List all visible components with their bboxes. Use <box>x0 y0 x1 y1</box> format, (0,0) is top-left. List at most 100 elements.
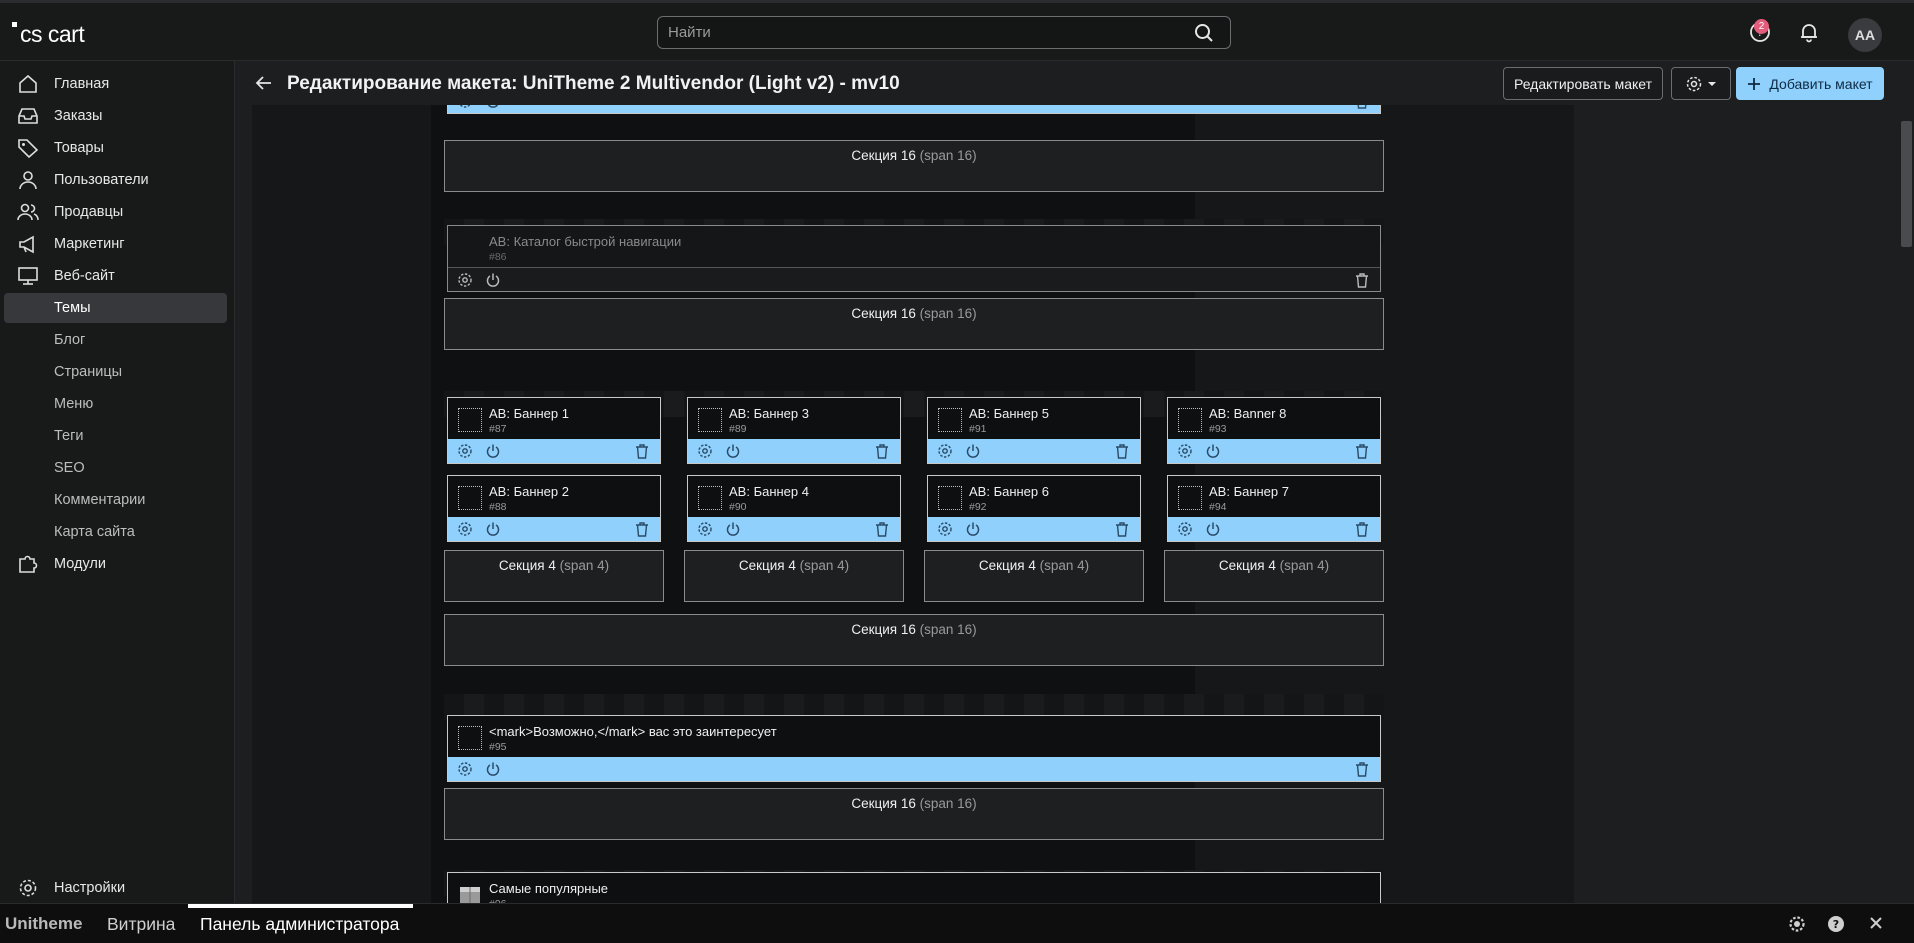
block-popular[interactable]: Самые популярные #96 <box>447 872 1381 903</box>
block-banner-4[interactable]: AB: Баннер 4 #90 <box>687 475 901 542</box>
power-icon[interactable] <box>485 443 501 459</box>
trash-icon[interactable] <box>1114 443 1130 459</box>
gear-icon[interactable] <box>697 521 713 537</box>
trash-icon[interactable] <box>1114 521 1130 537</box>
inbox-icon <box>18 108 38 124</box>
sidebar-item-tags[interactable]: Теги <box>4 421 227 451</box>
trash-icon[interactable] <box>1354 761 1370 777</box>
section-4[interactable]: Секция 4 (span 4) <box>444 550 664 602</box>
sidebar-item-label: Теги <box>54 428 84 444</box>
help-icon[interactable]: ? <box>1827 915 1845 933</box>
sidebar-item-sitemap[interactable]: Карта сайта <box>4 517 227 547</box>
block-name: AB: Баннер 3 <box>729 406 809 421</box>
sidebar-item-addons[interactable]: Модули <box>4 549 227 579</box>
sidebar-item-products[interactable]: Товары <box>4 133 227 163</box>
bell-icon[interactable] <box>1798 21 1820 43</box>
gear-icon[interactable] <box>937 443 953 459</box>
power-icon[interactable] <box>1205 521 1221 537</box>
section-4[interactable]: Секция 4 (span 4) <box>1164 550 1384 602</box>
trash-icon[interactable] <box>1354 272 1370 288</box>
search-icon[interactable] <box>1194 23 1214 43</box>
power-icon[interactable] <box>965 521 981 537</box>
trash-icon[interactable] <box>634 521 650 537</box>
avatar[interactable]: AA <box>1848 18 1882 52</box>
section-16[interactable]: Секция 16 (span 16) <box>444 614 1384 666</box>
power-icon[interactable] <box>485 521 501 537</box>
block-banner-3[interactable]: AB: Баннер 3 #89 <box>687 397 901 464</box>
sidebar-item-vendors[interactable]: Продавцы <box>4 197 227 227</box>
search-input[interactable] <box>668 24 1188 41</box>
sidebar-item-label: Маркетинг <box>54 236 125 252</box>
gear-icon[interactable] <box>457 105 473 109</box>
power-icon[interactable] <box>485 272 501 288</box>
sidebar-item-blog[interactable]: Блог <box>4 325 227 355</box>
gear-icon[interactable] <box>697 443 713 459</box>
scrollbar[interactable] <box>1899 105 1914 903</box>
sidebar-item-label: Карта сайта <box>54 524 135 540</box>
sidebar-item-website[interactable]: Веб-сайт <box>4 261 227 291</box>
power-icon[interactable] <box>1205 443 1221 459</box>
sidebar-item-users[interactable]: Пользователи <box>4 165 227 195</box>
tab-storefront[interactable]: Витрина <box>107 914 175 935</box>
monitor-icon <box>18 267 38 285</box>
sidebar-item-pages[interactable]: Страницы <box>4 357 227 387</box>
block-banner-5[interactable]: AB: Баннер 5 #91 <box>927 397 1141 464</box>
power-icon[interactable] <box>485 105 501 109</box>
arrow-left-icon[interactable] <box>254 73 274 93</box>
power-icon[interactable] <box>725 521 741 537</box>
trash-icon[interactable] <box>1354 521 1370 537</box>
gear-icon[interactable] <box>457 521 473 537</box>
section-16[interactable]: Секция 16 (span 16) <box>444 140 1384 192</box>
block-maybe-interesting[interactable]: <mark>Возможно,</mark> вас это заинтерес… <box>447 715 1381 782</box>
section-4[interactable]: Секция 4 (span 4) <box>684 550 904 602</box>
sidebar-item-seo[interactable]: SEO <box>4 453 227 483</box>
power-icon[interactable] <box>485 761 501 777</box>
sidebar-item-comments[interactable]: Комментарии <box>4 485 227 515</box>
section-16[interactable]: Секция 16 (span 16) <box>444 298 1384 350</box>
section-4[interactable]: Секция 4 (span 4) <box>924 550 1144 602</box>
grid-layer: Секция 16 (span 16) AB: Каталог быстрой … <box>0 0 1914 903</box>
power-icon[interactable] <box>725 443 741 459</box>
trash-icon[interactable] <box>1354 443 1370 459</box>
gear-icon[interactable] <box>1177 443 1193 459</box>
block-banner-7[interactable]: AB: Баннер 7 #94 <box>1167 475 1381 542</box>
gear-icon[interactable] <box>1177 521 1193 537</box>
sidebar-item-label: Товары <box>54 140 104 156</box>
sidebar-item-home[interactable]: Главная <box>4 69 227 99</box>
settings-dropdown-button[interactable] <box>1671 67 1731 100</box>
trash-icon[interactable] <box>634 443 650 459</box>
section-16[interactable]: Секция 16 (span 16) <box>444 788 1384 840</box>
sidebar-item-orders[interactable]: Заказы <box>4 101 227 131</box>
gear-icon[interactable] <box>1788 915 1806 933</box>
trash-icon[interactable] <box>1354 105 1370 109</box>
add-layout-button[interactable]: Добавить макет <box>1736 67 1884 100</box>
power-icon[interactable] <box>965 443 981 459</box>
block[interactable] <box>447 105 1381 114</box>
edit-layout-button[interactable]: Редактировать макет <box>1503 67 1663 100</box>
block-banner-6[interactable]: AB: Баннер 6 #92 <box>927 475 1141 542</box>
block-banner-1[interactable]: AB: Баннер 1 #87 <box>447 397 661 464</box>
gear-icon[interactable] <box>937 521 953 537</box>
section-span: (span 4) <box>559 558 610 573</box>
sidebar-item-marketing[interactable]: Маркетинг <box>4 229 227 259</box>
block-banner-8[interactable]: AB: Banner 8 #93 <box>1167 397 1381 464</box>
block-id: #93 <box>1209 423 1227 435</box>
close-icon[interactable] <box>1868 915 1884 931</box>
block-quick-navigation[interactable]: AB: Каталог быстрой навигации #86 <box>447 225 1381 292</box>
cs-cart-logo[interactable]: cs cart <box>12 21 85 48</box>
block-toolbar <box>448 439 660 463</box>
trash-icon[interactable] <box>874 443 890 459</box>
sidebar-item-settings[interactable]: Настройки <box>4 873 227 903</box>
gear-icon[interactable] <box>457 443 473 459</box>
block-banner-2[interactable]: AB: Баннер 2 #88 <box>447 475 661 542</box>
tab-admin-panel[interactable]: Панель администратора <box>200 914 399 935</box>
scrollbar-thumb[interactable] <box>1901 121 1912 247</box>
trash-icon[interactable] <box>874 521 890 537</box>
search-box[interactable] <box>657 16 1231 49</box>
sidebar-item-themes[interactable]: Темы <box>4 293 227 323</box>
section-label: Секция 4 <box>738 558 796 573</box>
sidebar-item-menu[interactable]: Меню <box>4 389 227 419</box>
gear-icon[interactable] <box>457 761 473 777</box>
block-icon <box>458 408 482 432</box>
gear-icon[interactable] <box>457 272 473 288</box>
